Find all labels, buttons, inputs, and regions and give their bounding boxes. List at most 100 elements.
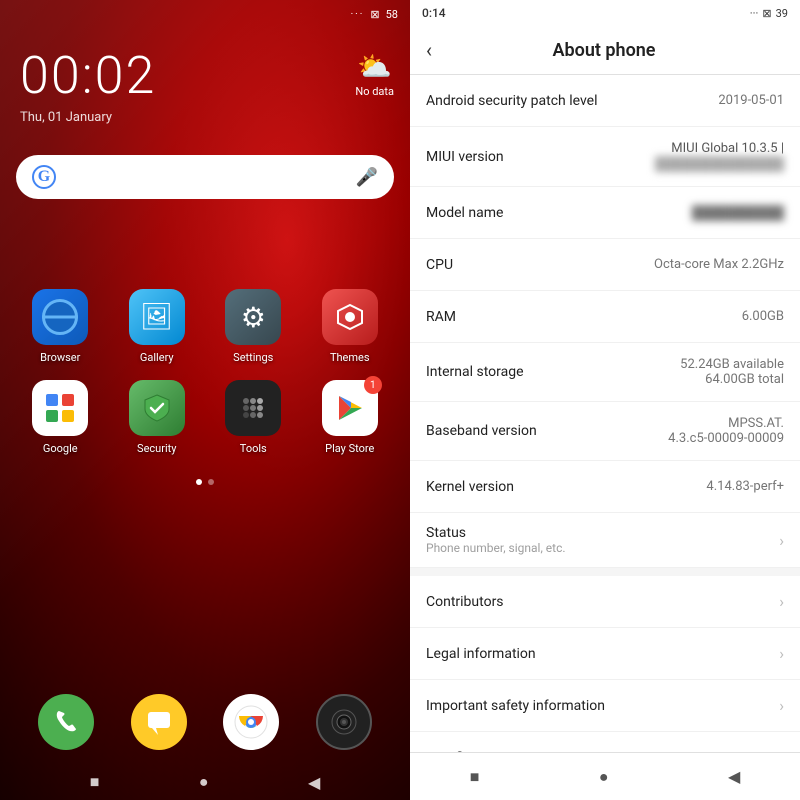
gallery-icon: 🖼 [129,289,185,345]
phone-dock-icon[interactable] [38,694,94,750]
contributors-chevron: › [779,592,784,611]
app-settings[interactable]: ⚙ Settings [213,289,294,364]
dot-2 [208,479,214,485]
security-patch-value: 2019-05-01 [718,93,784,108]
row-kernel: Kernel version 4.14.83-perf+ [410,461,800,513]
nav-square[interactable]: ■ [90,772,100,792]
themes-icon [322,289,378,345]
browser-orbit [42,299,78,335]
status-sublabel: Phone number, signal, etc. [426,541,779,555]
right-status-bar: 0:14 ··· ⊠ 39 [410,0,800,26]
right-nav-back[interactable]: ◀ [728,767,740,786]
baseband-label: Baseband version [426,423,537,439]
app-gallery[interactable]: 🖼 Gallery [117,289,198,364]
status-label: Status [426,525,779,541]
camera-dock-icon[interactable] [316,694,372,750]
row-storage: Internal storage 52.24GB available 64.00… [410,343,800,402]
browser-icon [32,289,88,345]
tools-icon [225,380,281,436]
messages-dock-icon[interactable] [131,694,187,750]
right-nav-circle[interactable]: ● [599,767,609,787]
app-tools[interactable]: Tools [213,380,294,455]
right-status-icons: ··· ⊠ 39 [750,7,788,20]
cpu-label: CPU [426,257,453,273]
app-browser[interactable]: Browser [20,289,101,364]
contributors-label: Contributors [426,594,504,610]
baseband-value: MPSS.AT. 4.3.c5-00009-00009 [668,416,784,446]
nav-back[interactable]: ◀ [308,773,320,792]
storage-value: 52.24GB available 64.00GB total [680,357,784,387]
chrome-dock-icon[interactable] [223,694,279,750]
gallery-label: Gallery [140,351,174,364]
page-indicator [0,479,410,485]
status-text-group: Status Phone number, signal, etc. [426,525,779,555]
battery-level: 58 [386,8,398,21]
search-bar[interactable]: G 🎤 [16,155,394,199]
right-header: ‹ About phone [410,26,800,75]
kernel-label: Kernel version [426,479,514,495]
row-cpu: CPU Octa-core Max 2.2GHz [410,239,800,291]
playstore-label: Play Store [325,442,374,455]
app-security[interactable]: Security [117,380,198,455]
back-button[interactable]: ‹ [426,38,432,62]
signal-dots: ··· [351,9,365,20]
cpu-value: Octa-core Max 2.2GHz [654,257,784,272]
row-model: Model name ██████████ [410,187,800,239]
page-title: About phone [448,40,760,61]
dot-1 [196,479,202,485]
row-legal[interactable]: Legal information › [410,628,800,680]
settings-label: Settings [233,351,273,364]
row-miui: MIUI version MIUI Global 10.3.5 | ██████… [410,127,800,187]
row-baseband: Baseband version MPSS.AT. 4.3.c5-00009-0… [410,402,800,461]
google-logo: G [32,165,56,189]
playstore-badge: 1 [364,376,382,394]
left-panel: ··· ⊠ 58 00:02 Thu, 01 January ⛅ No data… [0,0,410,800]
battery-icon: ⊠ [370,8,379,21]
section-divider [410,568,800,576]
weather-label: No data [355,85,394,98]
app-grid: Browser 🖼 Gallery ⚙ Settings Themes [0,259,410,471]
app-playstore[interactable]: 1 Play Store [310,380,391,455]
right-nav-square[interactable]: ■ [470,767,480,787]
legal-chevron: › [779,644,784,663]
clock-time: 00:02 [20,45,390,106]
google-icon [32,380,88,436]
clock-date: Thu, 01 January [20,110,390,125]
themes-label: Themes [330,351,370,364]
google-label: Google [43,442,78,455]
row-certification[interactable]: Certification › [410,732,800,752]
safety-chevron: › [779,696,784,715]
right-nav-bar: ■ ● ◀ [410,752,800,800]
row-contributors[interactable]: Contributors › [410,576,800,628]
bottom-dock [0,694,410,750]
row-status[interactable]: Status Phone number, signal, etc. › [410,513,800,568]
miui-label: MIUI version [426,149,504,165]
status-chevron: › [779,531,784,550]
safety-label: Important safety information [426,698,605,714]
nav-circle[interactable]: ● [199,772,209,792]
storage-label: Internal storage [426,364,524,380]
mic-icon[interactable]: 🎤 [356,167,378,188]
right-dots: ··· [750,7,759,20]
legal-label: Legal information [426,646,536,662]
nav-bar-left: ■ ● ◀ [0,772,410,792]
settings-content: Android security patch level 2019-05-01 … [410,75,800,752]
miui-version-line1: MIUI Global 10.3.5 | [655,141,784,156]
row-security-patch: Android security patch level 2019-05-01 [410,75,800,127]
app-themes[interactable]: Themes [310,289,391,364]
weather-widget: ⛅ No data [355,50,394,98]
ram-value: 6.00GB [742,309,784,324]
browser-label: Browser [40,351,80,364]
security-icon [129,380,185,436]
right-panel: 0:14 ··· ⊠ 39 ‹ About phone Android secu… [410,0,800,800]
ram-label: RAM [426,309,456,325]
clock-area: 00:02 Thu, 01 January [0,25,410,135]
kernel-value: 4.14.83-perf+ [706,479,784,494]
miui-version-line2: ██████████████ [655,156,784,172]
row-safety[interactable]: Important safety information › [410,680,800,732]
playstore-icon: 1 [322,380,378,436]
app-google[interactable]: Google [20,380,101,455]
security-label: Security [137,442,176,455]
left-status-bar: ··· ⊠ 58 [0,0,410,25]
weather-icon: ⛅ [357,50,392,83]
